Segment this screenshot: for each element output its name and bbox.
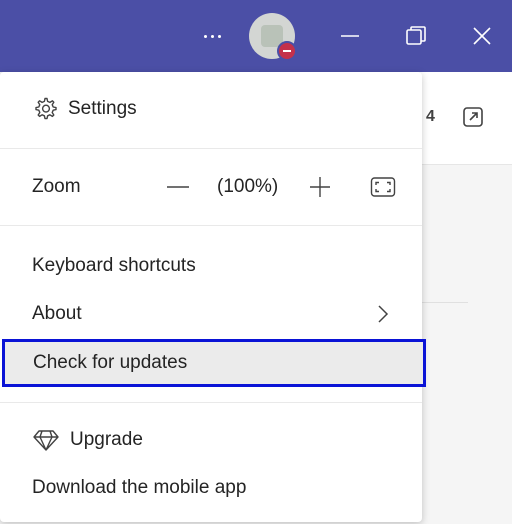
zoom-label: Zoom xyxy=(32,176,81,197)
chevron-right-icon xyxy=(378,305,389,323)
menu-item-keyboard-shortcuts[interactable]: Keyboard shortcuts xyxy=(0,244,422,288)
pop-out-button[interactable] xyxy=(462,106,484,133)
fullscreen-icon xyxy=(370,177,396,197)
full-screen-button[interactable] xyxy=(370,175,396,199)
menu-item-download-mobile-app[interactable]: Download the mobile app xyxy=(0,466,422,510)
menu-item-zoom: Zoom (100%) xyxy=(0,163,422,211)
minus-icon xyxy=(167,186,189,188)
more-options-button[interactable] xyxy=(190,0,234,72)
profile-button[interactable] xyxy=(244,0,300,72)
menu-item-upgrade[interactable]: Upgrade xyxy=(0,418,422,462)
presence-busy-icon xyxy=(277,41,297,61)
gear-icon xyxy=(35,97,57,120)
menu-divider xyxy=(0,225,422,226)
menu-item-settings[interactable]: Settings xyxy=(0,86,422,132)
menu-item-label: Upgrade xyxy=(70,429,143,450)
zoom-level-value: (100%) xyxy=(217,176,279,197)
menu-item-about[interactable]: About xyxy=(0,292,422,336)
menu-item-label: Check for updates xyxy=(33,352,188,373)
participant-count: 4 xyxy=(426,108,435,125)
menu-item-label: Download the mobile app xyxy=(32,477,247,498)
zoom-out-button[interactable] xyxy=(164,175,192,199)
settings-and-more-menu: Settings Zoom (100%) Keyboard shortcuts xyxy=(0,72,426,522)
close-button[interactable] xyxy=(460,0,504,72)
title-bar xyxy=(0,0,512,72)
menu-item-label: Keyboard shortcuts xyxy=(32,255,196,276)
menu-item-label: About xyxy=(32,303,82,324)
pop-out-icon xyxy=(463,107,483,127)
restore-icon xyxy=(406,26,426,45)
menu-divider xyxy=(0,402,422,403)
minimize-button[interactable] xyxy=(328,0,372,72)
restore-button[interactable] xyxy=(394,0,438,72)
avatar xyxy=(249,13,297,61)
menu-divider xyxy=(0,148,422,149)
plus-icon xyxy=(310,177,330,197)
close-icon xyxy=(473,27,491,45)
menu-item-check-for-updates[interactable]: Check for updates xyxy=(2,339,426,387)
diamond-icon xyxy=(33,430,59,451)
divider xyxy=(420,302,468,303)
more-options-icon xyxy=(203,34,221,38)
menu-item-label: Settings xyxy=(68,98,137,119)
zoom-in-button[interactable] xyxy=(306,173,334,201)
minimize-icon xyxy=(341,35,359,37)
